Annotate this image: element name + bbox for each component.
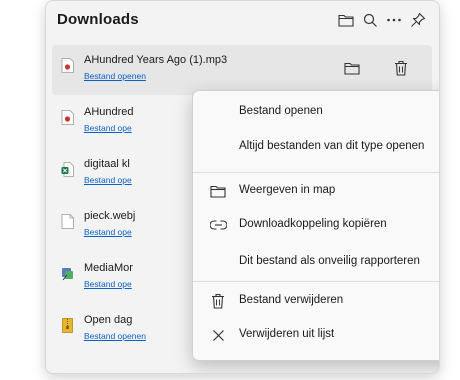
menu-item-label: Dit bestand als onveilig rapporteren xyxy=(239,255,420,267)
folder-icon xyxy=(338,14,354,27)
download-item[interactable]: AHundred Years Ago (1).mp3 Bestand opene… xyxy=(52,45,432,95)
trash-icon xyxy=(209,292,227,310)
menu-item-report-unsafe[interactable]: Dit bestand als onveilig rapporteren xyxy=(193,248,439,276)
image-file-icon xyxy=(61,214,74,229)
pin-icon xyxy=(411,12,426,27)
link-icon xyxy=(209,216,227,234)
downloads-panel: Downloads AHundred Years Ago (1).mp3 Bes… xyxy=(45,0,440,374)
menu-item-label: Verwijderen uit lijst xyxy=(239,328,335,340)
menu-item-open-file[interactable]: Bestand openen xyxy=(193,98,439,126)
audio-file-icon xyxy=(61,110,74,125)
open-file-link[interactable]: Bestand openen xyxy=(84,71,146,81)
menu-item-show-in-folder[interactable]: Weergeven in map xyxy=(193,177,439,205)
menu-item-remove-from-list[interactable]: Verwijderen uit lijst xyxy=(193,321,439,349)
archive-file-icon xyxy=(62,318,73,333)
search-downloads-button[interactable] xyxy=(359,9,381,31)
open-file-link[interactable]: Bestand openen xyxy=(84,331,146,341)
download-filename: Open dag xyxy=(84,314,133,326)
excel-file-icon xyxy=(61,162,74,177)
audio-file-icon xyxy=(61,58,74,73)
close-icon xyxy=(209,326,227,344)
menu-item-always-open[interactable]: Altijd bestanden van dit type openen xyxy=(193,133,439,161)
search-icon xyxy=(363,13,377,27)
download-filename: MediaMor xyxy=(84,262,133,274)
download-context-menu: Bestand openen Altijd bestanden van dit … xyxy=(192,90,439,361)
trash-icon xyxy=(395,60,407,76)
menu-item-delete-file[interactable]: Bestand verwijderen xyxy=(193,287,439,315)
open-file-link[interactable]: Bestand ope xyxy=(84,279,132,289)
menu-item-label: Altijd bestanden van dit type openen xyxy=(239,140,425,152)
download-filename: digitaal kl xyxy=(84,158,130,170)
installer-icon xyxy=(62,268,73,281)
downloads-header: Downloads xyxy=(46,1,439,41)
menu-item-label: Bestand verwijderen xyxy=(239,294,344,306)
menu-item-label: Bestand openen xyxy=(239,105,323,117)
downloads-title: Downloads xyxy=(57,11,139,28)
folder-icon xyxy=(209,182,227,200)
menu-separator xyxy=(193,172,439,173)
screen: Downloads AHundred Years Ago (1).mp3 Bes… xyxy=(0,0,460,380)
menu-item-label: Downloadkoppeling kopiëren xyxy=(239,218,387,230)
menu-item-copy-link[interactable]: Downloadkoppeling kopiëren xyxy=(193,211,439,239)
download-filename: pieck.webj xyxy=(84,210,136,222)
open-file-link[interactable]: Bestand ope xyxy=(84,175,132,185)
open-file-link[interactable]: Bestand ope xyxy=(84,123,132,133)
open-file-link[interactable]: Bestand ope xyxy=(84,227,132,237)
download-filename: AHundred xyxy=(84,106,134,118)
menu-item-label: Weergeven in map xyxy=(239,184,336,196)
show-in-folder-button[interactable] xyxy=(341,57,363,79)
pin-downloads-button[interactable] xyxy=(407,9,429,31)
folder-icon xyxy=(344,62,360,75)
delete-file-button[interactable] xyxy=(390,57,412,79)
more-options-button[interactable] xyxy=(383,9,405,31)
download-filename: AHundred Years Ago (1).mp3 xyxy=(84,54,228,66)
open-downloads-folder-button[interactable] xyxy=(335,9,357,31)
menu-separator xyxy=(193,281,439,282)
more-icon xyxy=(387,18,401,22)
